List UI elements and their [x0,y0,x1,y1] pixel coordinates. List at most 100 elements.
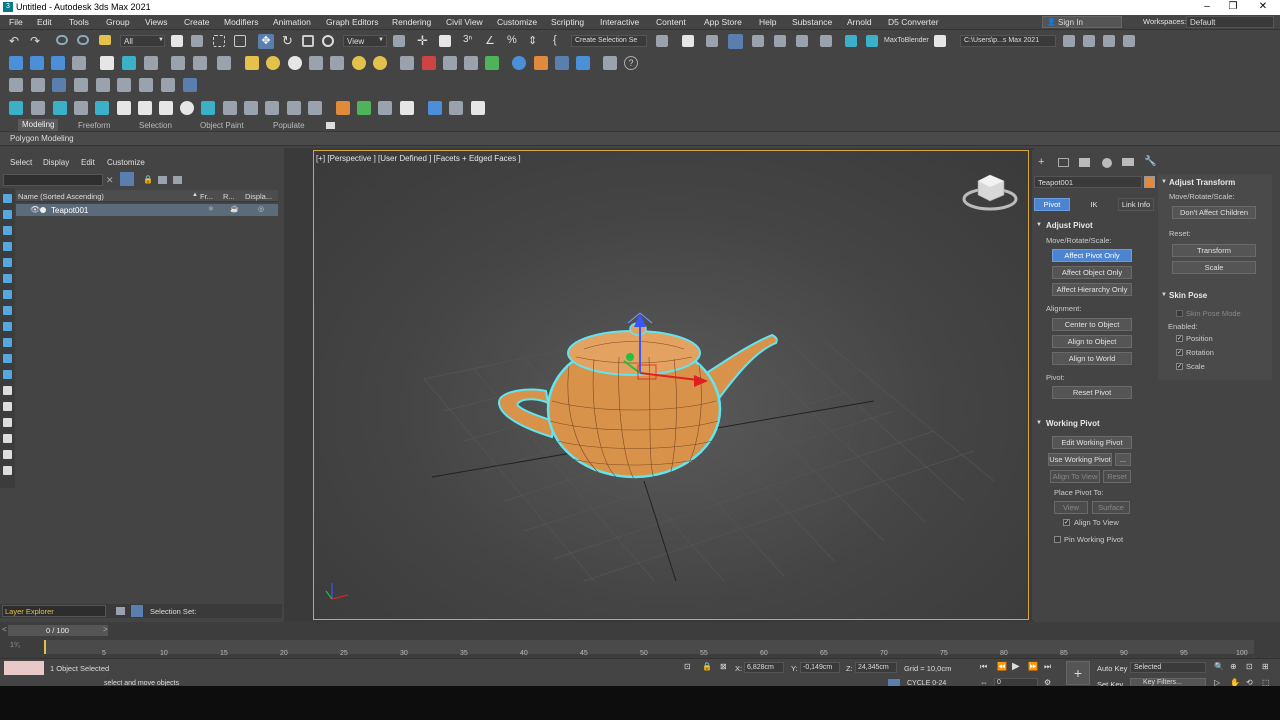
project-path-dropdown[interactable]: C:\Users\p...s Max 2021 [960,35,1056,47]
display-hidden-icon[interactable] [3,370,12,379]
schematic-view-icon[interactable] [796,35,808,47]
tab-object-paint[interactable]: Object Paint [200,121,244,130]
collapse-icon[interactable]: ▼ [1036,222,1042,228]
bulb-icon[interactable] [223,101,237,115]
display-shapes-icon[interactable] [3,210,12,219]
tray-icon[interactable] [378,101,392,115]
menu-help[interactable]: Help [759,17,776,27]
rc-icon[interactable] [428,101,442,115]
material-ball-icon[interactable] [512,56,526,70]
zoom-extents-icon[interactable]: ⊡ [1246,662,1253,671]
bind-space-warp-icon[interactable] [99,35,111,45]
clipboard-icon[interactable] [603,56,617,70]
project-folder-icon[interactable] [1063,35,1075,47]
collapse-icon[interactable]: ▼ [1161,292,1167,298]
viewcube[interactable] [962,174,1018,211]
previous-frame-icon[interactable]: ⏪ [997,662,1007,671]
skin-pose-title[interactable]: Skin Pose [1169,291,1207,300]
prev-frame-icon[interactable]: < [2,625,7,634]
book-icon[interactable] [138,101,152,115]
unlink-icon[interactable] [77,35,89,45]
hierarchy-tab-icon[interactable] [1079,158,1090,167]
stack-icon[interactable] [265,101,279,115]
tab-link-info[interactable]: Link Info [1118,198,1154,211]
minimize-button[interactable]: – [1196,1,1218,12]
refresh-icon[interactable] [180,101,194,115]
link-icon[interactable] [56,35,68,45]
trackbar-key-icon[interactable]: 1⁰⁄₁ [10,641,20,649]
column-render[interactable]: R... [223,192,235,201]
reset-working-pivot-button[interactable]: Reset [1103,470,1131,483]
column-name[interactable]: Name (Sorted Ascending) [18,192,104,201]
visibility-icon[interactable]: 👁 [30,205,40,214]
scene-icon[interactable] [9,56,23,70]
tab-pivot[interactable]: Pivot [1034,198,1070,211]
column-display[interactable]: Displa... [245,192,272,201]
ribbon-options-icon[interactable] [326,122,335,129]
menu-interactive[interactable]: Interactive [600,17,639,27]
go-to-end-icon[interactable]: ⏭ [1044,662,1051,672]
tab-selection[interactable]: Selection [139,121,172,130]
cylinder-icon[interactable] [266,56,280,70]
position-checkbox[interactable]: ✓ [1176,335,1183,342]
vertex-snap-icon[interactable] [31,78,45,92]
angle-snap-icon[interactable]: ∠ [485,34,499,48]
cone-icon[interactable] [330,56,344,70]
column-frozen[interactable]: Fr... [200,192,213,201]
display-containers-icon[interactable] [3,338,12,347]
tree-icon[interactable] [95,101,109,115]
layers-icon[interactable] [193,56,207,70]
menu-scripting[interactable]: Scripting [551,17,584,27]
select-and-scale-icon[interactable] [302,35,314,47]
tab-modeling[interactable]: Modeling [18,119,59,131]
menu-app-store[interactable]: App Store [704,17,742,27]
menu-civil-view[interactable]: Civil View [446,17,483,27]
se-menu-customize[interactable]: Customize [107,158,145,167]
layers-toggle-icon[interactable] [116,607,125,615]
auto-key-button[interactable]: Auto Key [1097,664,1127,673]
tab-freeform[interactable]: Freeform [78,121,110,130]
edge-snap-icon[interactable] [74,78,88,92]
display-frozen-icon[interactable] [3,354,12,363]
render-setup-icon[interactable] [845,35,857,47]
teapot-icon[interactable] [309,56,323,70]
maxscript-listener[interactable] [4,661,44,675]
affect-hierarchy-only-button[interactable]: Affect Hierarchy Only [1052,283,1132,296]
isolate-icon[interactable]: ⊡ [684,662,691,671]
layer-explorer-dropdown[interactable]: Layer Explorer [2,605,106,617]
adjust-transform-title[interactable]: Adjust Transform [1169,178,1235,187]
sphere-icon[interactable] [288,56,302,70]
menu-content[interactable]: Content [656,17,686,27]
spinner-snap-icon[interactable]: ⇕ [528,34,542,48]
collapse-icon[interactable]: ▼ [1161,179,1167,185]
scene-search-input[interactable] [3,174,103,186]
zoom-icon[interactable]: 🔍 [1214,662,1224,671]
scene-merge-icon[interactable] [72,56,86,70]
hierarchy-icon[interactable] [158,176,167,184]
affect-object-only-button[interactable]: Affect Object Only [1052,266,1132,279]
scene-open-icon[interactable] [51,56,65,70]
align-to-world-button[interactable]: Align to World [1052,352,1132,365]
menu-create[interactable]: Create [184,17,210,27]
biped-icon[interactable] [464,56,478,70]
table-row[interactable]: 👁 Teapot001 ❄ ☕ ◎ [16,204,278,216]
display-none-icon[interactable] [3,402,12,411]
display-options-icon[interactable] [3,466,12,475]
tools-icon[interactable] [217,56,231,70]
frame-icon[interactable] [244,101,258,115]
display-bones-icon[interactable] [3,322,12,331]
pivot-center-icon[interactable] [393,35,405,47]
pivot-snap-icon[interactable] [52,78,66,92]
clear-search-icon[interactable]: ✕ [106,175,114,186]
align-to-view-checkbox[interactable]: ✓ [1063,519,1070,526]
display-helpers-icon[interactable] [3,258,12,267]
menu-arnold[interactable]: Arnold [847,17,872,27]
display-geometry-icon[interactable] [3,194,12,203]
midpoint-snap-icon[interactable] [117,78,131,92]
rotation-checkbox[interactable]: ✓ [1176,349,1183,356]
light-lister-icon[interactable] [53,101,67,115]
menu-edit[interactable]: Edit [37,17,52,27]
go-to-start-icon[interactable]: ⏮ [980,662,987,672]
project-open-icon[interactable] [1103,35,1115,47]
light-icon[interactable] [74,101,88,115]
